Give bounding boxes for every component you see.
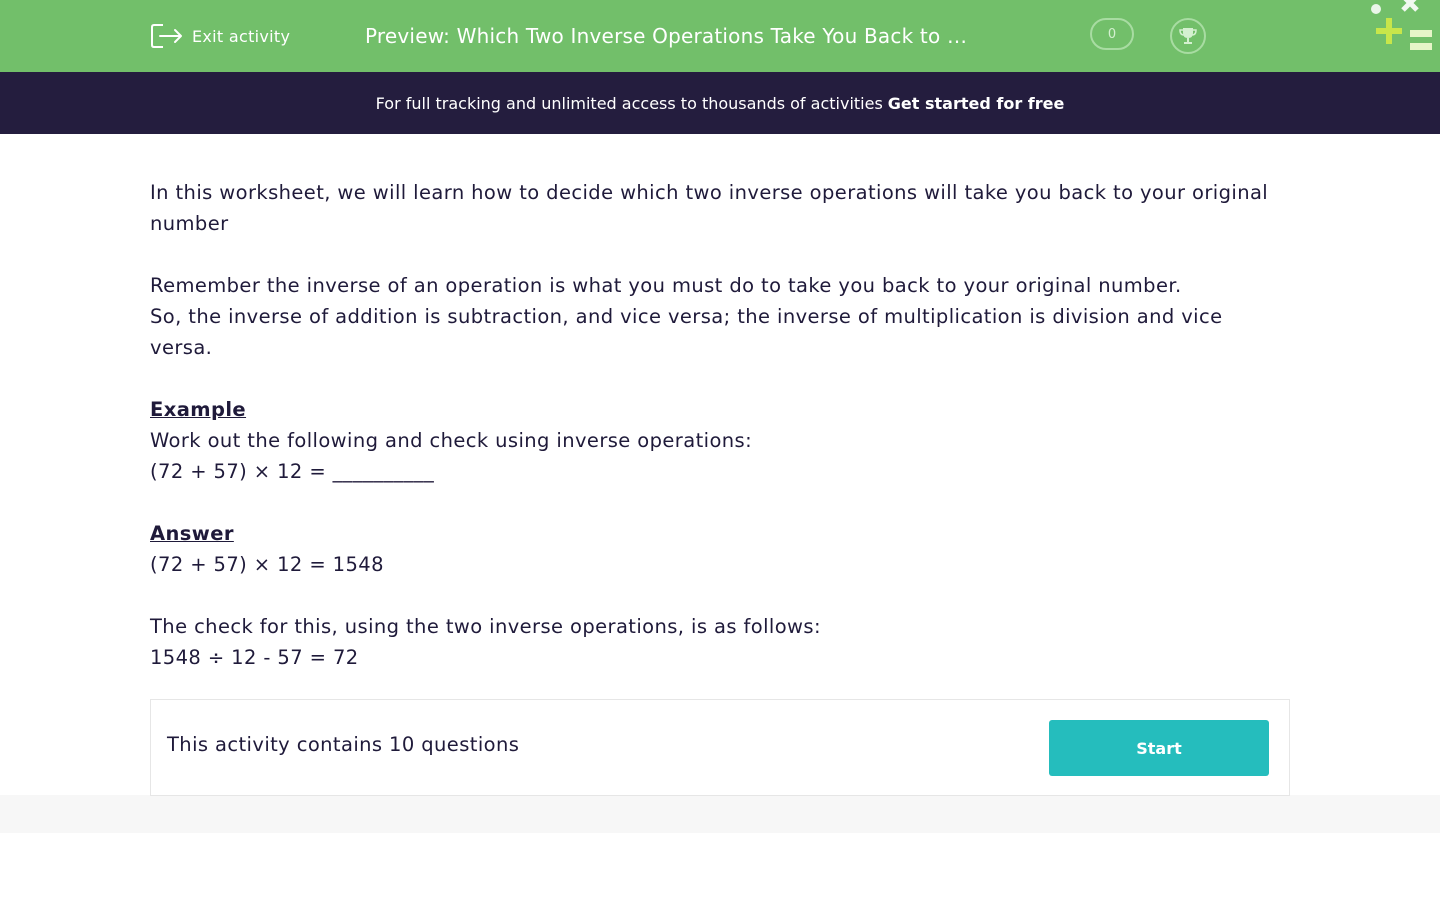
inverse-examples: So, the inverse of addition is subtracti… (150, 305, 1223, 359)
footer-strip (0, 795, 1440, 833)
promo-banner: For full tracking and unlimited access t… (0, 72, 1440, 134)
trophy-button[interactable] (1170, 18, 1206, 54)
check-intro: The check for this, using the two invers… (150, 615, 821, 638)
activity-card: This activity contains 10 questions Star… (150, 699, 1290, 796)
activity-title: Preview: Which Two Inverse Operations Ta… (365, 24, 968, 48)
top-bar: Exit activity Preview: Which Two Inverse… (0, 0, 1440, 72)
activity-summary: This activity contains 10 questions (167, 733, 520, 756)
answer-result: (72 + 57) × 12 = 1548 (150, 553, 384, 576)
intro-paragraph: In this worksheet, we will learn how to … (150, 181, 1269, 235)
example-heading: Example (150, 398, 247, 421)
promo-text: For full tracking and unlimited access t… (375, 93, 883, 113)
answer-heading: Answer (150, 522, 234, 545)
exit-activity-button[interactable]: Exit activity (150, 22, 290, 50)
start-button[interactable]: Start (1049, 720, 1269, 776)
exit-activity-label: Exit activity (192, 26, 291, 46)
example-instruction: Work out the following and check using i… (150, 429, 753, 452)
inverse-definition: Remember the inverse of an operation is … (150, 274, 1182, 297)
get-started-link[interactable]: Get started for free (888, 94, 1065, 113)
plus-minus-logo-icon (1371, 0, 1432, 50)
check-equation: 1548 ÷ 12 - 57 = 72 (150, 646, 359, 669)
example-problem: (72 + 57) × 12 = __________ (150, 460, 435, 483)
trophy-icon (1179, 28, 1197, 44)
exit-icon (151, 24, 182, 48)
worksheet-intro: In this worksheet, we will learn how to … (150, 177, 1290, 673)
score-badge: 0 (1090, 18, 1134, 50)
